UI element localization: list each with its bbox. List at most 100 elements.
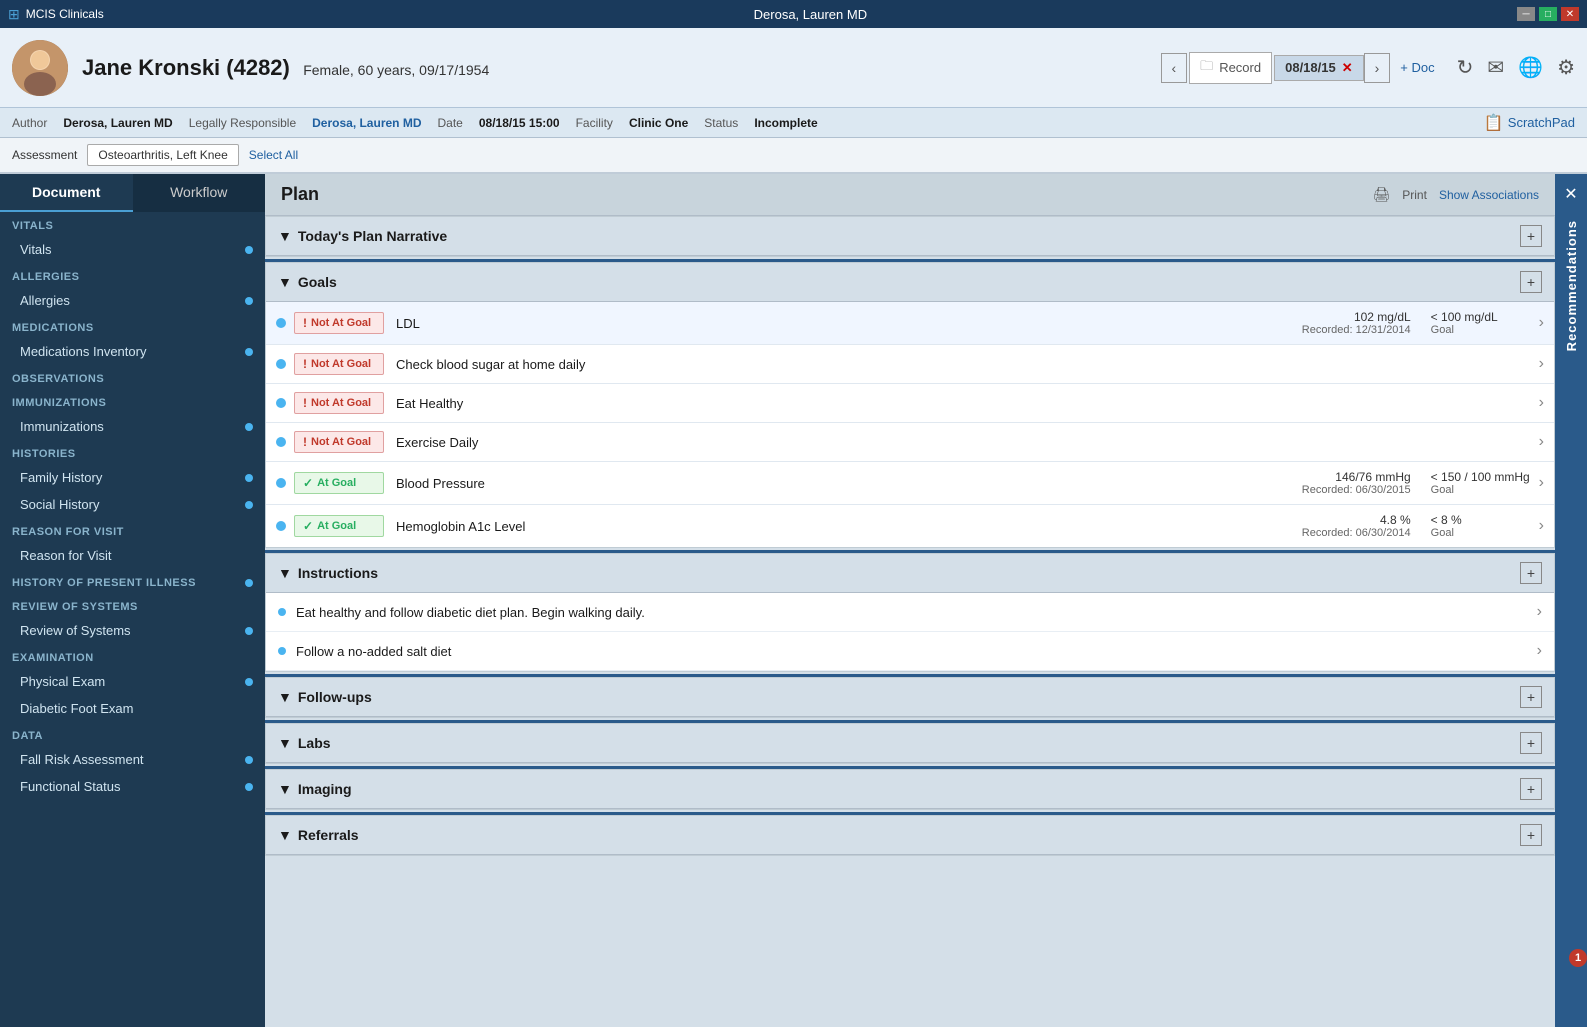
section-vitals-header: VITALS	[0, 212, 265, 236]
section-imaging-header[interactable]: ▼ Imaging +	[266, 770, 1554, 809]
globe-icon[interactable]: 🌐	[1518, 55, 1543, 80]
goal-status-bp: ✓ At Goal	[294, 472, 384, 494]
goal-dot-hba1c	[276, 521, 286, 531]
section-plan-narrative: ▼ Today's Plan Narrative +	[265, 216, 1555, 257]
goal-status-hba1c: ✓ At Goal	[294, 515, 384, 537]
goal-target-bp: < 150 / 100 mmHg Goal	[1431, 470, 1531, 496]
goal-arrow-hba1c[interactable]: ›	[1539, 517, 1544, 535]
goal-arrow-ldl[interactable]: ›	[1539, 314, 1544, 332]
sidebar-item-fall-risk[interactable]: Fall Risk Assessment	[0, 746, 265, 773]
sidebar-item-functional[interactable]: Functional Status	[0, 773, 265, 800]
section-instructions-header[interactable]: ▼ Instructions +	[266, 554, 1554, 593]
scratchpad-label: ScratchPad	[1508, 115, 1575, 130]
instruction-row-1: Eat healthy and follow diabetic diet pla…	[266, 593, 1554, 632]
sidebar-item-reason-label: Reason for Visit	[20, 548, 253, 563]
goal-row-ldl: ! Not At Goal LDL 102 mg/dL Recorded: 12…	[266, 302, 1554, 345]
date-tab-close[interactable]: ✕	[1342, 60, 1353, 76]
assessment-tag[interactable]: Osteoarthritis, Left Knee	[87, 144, 238, 166]
sidebar-item-family-history[interactable]: Family History	[0, 464, 265, 491]
sidebar-dot-vitals	[245, 246, 253, 254]
goal-arrow-bp[interactable]: ›	[1539, 474, 1544, 492]
goal-arrow-eat[interactable]: ›	[1539, 394, 1544, 412]
section-examination-header: EXAMINATION	[0, 644, 265, 668]
section-followups-header[interactable]: ▼ Follow-ups +	[266, 678, 1554, 717]
sidebar-item-medications[interactable]: Medications Inventory	[0, 338, 265, 365]
section-referrals-header[interactable]: ▼ Referrals +	[266, 816, 1554, 855]
tab-document[interactable]: Document	[0, 174, 133, 212]
date-tab[interactable]: 08/18/15 ✕	[1274, 55, 1364, 81]
select-all-link[interactable]: Select All	[249, 148, 298, 162]
date-tab-value: 08/18/15	[1285, 60, 1336, 75]
show-associations-link[interactable]: Show Associations	[1439, 188, 1539, 202]
goals-add-button[interactable]: +	[1520, 271, 1542, 293]
goal-status-blood-sugar: ! Not At Goal	[294, 353, 384, 375]
nav-forward-button[interactable]: ›	[1364, 53, 1391, 83]
date-value: 08/18/15 15:00	[479, 116, 560, 130]
assessment-bar: Assessment Osteoarthritis, Left Knee Sel…	[0, 138, 1587, 174]
goals-title: ▼ Goals	[278, 274, 337, 290]
section-goals-header[interactable]: ▼ Goals +	[266, 263, 1554, 302]
scratchpad-button[interactable]: 📋 ScratchPad	[1484, 113, 1575, 133]
section-immunizations-header: IMMUNIZATIONS	[0, 389, 265, 413]
close-button[interactable]: ✕	[1561, 7, 1579, 21]
window-title: Derosa, Lauren MD	[104, 7, 1517, 22]
section-plan-narrative-header[interactable]: ▼ Today's Plan Narrative +	[266, 217, 1554, 256]
sidebar-item-reason[interactable]: Reason for Visit	[0, 542, 265, 569]
mail-icon[interactable]: ✉	[1487, 55, 1504, 80]
print-link[interactable]: Print	[1402, 188, 1427, 202]
referrals-add-button[interactable]: +	[1520, 824, 1542, 846]
sidebar-dot-physical	[245, 678, 253, 686]
imaging-add-button[interactable]: +	[1520, 778, 1542, 800]
sidebar-item-immunizations[interactable]: Immunizations	[0, 413, 265, 440]
followups-add-button[interactable]: +	[1520, 686, 1542, 708]
instructions-label: Instructions	[298, 565, 378, 581]
instruction-arrow-1[interactable]: ›	[1537, 603, 1542, 621]
sidebar-dot-family	[245, 474, 253, 482]
add-doc-button[interactable]: + Doc	[1390, 56, 1444, 79]
sidebar-dot-ros	[245, 627, 253, 635]
followups-toggle: ▼	[278, 689, 292, 705]
settings-icon[interactable]: ⚙	[1557, 55, 1575, 80]
maximize-button[interactable]: □	[1539, 7, 1557, 21]
recommendations-label[interactable]: Recommendations	[1564, 220, 1579, 351]
facility-label: Facility	[576, 116, 613, 130]
sidebar-dot-hpi	[245, 579, 253, 587]
goal-arrow-exercise[interactable]: ›	[1539, 433, 1544, 451]
record-tab[interactable]: 🗀 Record	[1189, 52, 1272, 84]
instruction-arrow-2[interactable]: ›	[1537, 642, 1542, 660]
goal-recorded-bp: Recorded: 06/30/2015	[1271, 484, 1411, 496]
goal-tlab-hba1c: Goal	[1431, 527, 1531, 539]
sidebar-item-physical-label: Physical Exam	[20, 674, 245, 689]
legal-value[interactable]: Derosa, Lauren MD	[312, 116, 421, 130]
print-icon: 🖨	[1372, 186, 1390, 203]
sidebar-item-diabetic[interactable]: Diabetic Foot Exam	[0, 695, 265, 722]
goal-row-eat-healthy: ! Not At Goal Eat Healthy ›	[266, 384, 1554, 423]
sidebar-item-social-history[interactable]: Social History	[0, 491, 265, 518]
sidebar-item-vitals[interactable]: Vitals	[0, 236, 265, 263]
goal-tval-hba1c: < 8 %	[1431, 513, 1531, 527]
tab-workflow[interactable]: Workflow	[133, 174, 266, 212]
scratchpad-icon: 📋	[1484, 113, 1504, 133]
plan-narrative-add-button[interactable]: +	[1520, 225, 1542, 247]
labs-add-button[interactable]: +	[1520, 732, 1542, 754]
section-allergies-header: ALLERGIES	[0, 263, 265, 287]
collapse-icon[interactable]: ✕	[1564, 184, 1577, 204]
goal-dot-blood-sugar	[276, 359, 286, 369]
sidebar-item-allergies[interactable]: Allergies	[0, 287, 265, 314]
refresh-icon[interactable]: ↻	[1457, 55, 1474, 80]
recommendations-badge: 1	[1569, 949, 1587, 967]
section-reason-header: REASON FOR VISIT	[0, 518, 265, 542]
sidebar-item-ros[interactable]: Review of Systems	[0, 617, 265, 644]
goal-row-bp: ✓ At Goal Blood Pressure 146/76 mmHg Rec…	[266, 462, 1554, 505]
sidebar-dot-allergies	[245, 297, 253, 305]
app-name: MCIS Clinicals	[26, 7, 104, 21]
instructions-add-button[interactable]: +	[1520, 562, 1542, 584]
goal-val-hba1c: 4.8 %	[1271, 513, 1411, 527]
record-label: Record	[1219, 60, 1261, 75]
section-labs-header[interactable]: ▼ Labs +	[266, 724, 1554, 763]
goal-arrow-blood-sugar[interactable]: ›	[1539, 355, 1544, 373]
minimize-button[interactable]: ─	[1517, 7, 1535, 21]
sidebar-item-physical[interactable]: Physical Exam	[0, 668, 265, 695]
nav-back-button[interactable]: ‹	[1161, 53, 1188, 83]
sidebar-tabs: Document Workflow	[0, 174, 265, 212]
